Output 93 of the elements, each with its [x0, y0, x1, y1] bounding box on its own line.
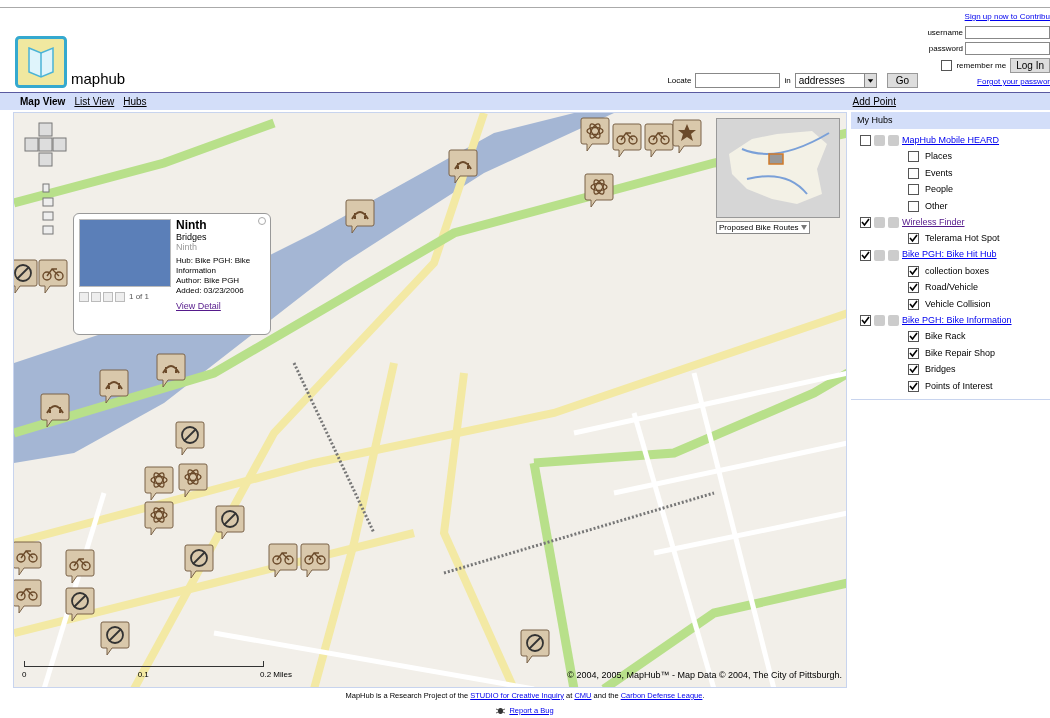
atom-marker-icon[interactable]	[144, 465, 174, 501]
layer-label: Bridges	[925, 363, 956, 376]
go-button[interactable]: Go	[886, 73, 918, 88]
bridge-marker-icon[interactable]	[40, 392, 70, 428]
prohibited-marker-icon[interactable]	[65, 586, 95, 622]
bicycle-marker-icon[interactable]	[65, 548, 95, 584]
checkbox[interactable]	[908, 151, 919, 163]
checkbox[interactable]	[908, 167, 919, 179]
layer-label: Telerama Hot Spot	[925, 232, 1000, 245]
layer-label: Other	[925, 199, 948, 213]
checkbox[interactable]	[860, 249, 871, 261]
checkbox[interactable]	[908, 282, 919, 294]
layer-label: Events	[925, 166, 953, 180]
checkbox[interactable]	[908, 200, 919, 212]
forgot-password-link[interactable]: Forgot your passwor	[977, 76, 1050, 88]
nav-tab[interactable]: Map View	[20, 94, 66, 109]
layer-label: Bike Rack	[925, 330, 966, 343]
checkbox[interactable]	[860, 315, 871, 326]
prohibited-marker-icon[interactable]	[184, 543, 214, 579]
panel-header: My Hubs	[851, 112, 1050, 129]
bug-icon	[496, 705, 506, 715]
checkbox[interactable]	[908, 265, 919, 277]
checkbox[interactable]	[908, 184, 919, 196]
prohibited-marker-icon[interactable]	[215, 504, 245, 540]
dropdown-arrow-icon	[800, 225, 807, 230]
checkbox[interactable]	[860, 135, 871, 146]
nav-tab[interactable]: List View	[74, 94, 115, 109]
layer-label: Places	[925, 150, 952, 163]
password-field[interactable]	[965, 42, 1050, 55]
hub-link[interactable]: Bike PGH: Bike Hit Hub	[902, 248, 997, 262]
bicycle-marker-icon[interactable]	[300, 542, 330, 578]
login-button[interactable]: Log In	[1010, 58, 1050, 73]
locate-field[interactable]	[695, 73, 781, 88]
remember-me-label: remember me	[956, 59, 1007, 72]
hub-link[interactable]: Bike PGH: Bike Information	[902, 313, 1012, 328]
hub-link[interactable]: Wireless Finder	[902, 215, 965, 230]
scale-label: 0.2 Miles	[260, 669, 292, 681]
checkbox[interactable]	[908, 233, 919, 245]
bridge-marker-icon[interactable]	[345, 198, 375, 234]
overlay-select[interactable]: Proposed Bike Routes	[716, 221, 810, 234]
view-detail-link[interactable]: View Detail	[176, 301, 265, 311]
atom-marker-icon[interactable]	[584, 172, 614, 208]
popup-category: Bridges	[176, 232, 208, 242]
layer-label: Points of Interest	[925, 379, 993, 393]
bridge-marker-icon[interactable]	[99, 368, 129, 404]
layer-label: Vehicle Collision	[925, 297, 991, 311]
bicycle-marker-icon[interactable]	[268, 542, 298, 578]
bicycle-marker-icon[interactable]	[644, 122, 674, 158]
layer-label: Bike Repair Shop	[925, 346, 996, 360]
hub-link[interactable]: MapHub Mobile HEARD	[902, 133, 1000, 148]
pager-text: 1 of 1	[129, 291, 149, 303]
username-field[interactable]	[965, 26, 1050, 39]
password-label: password	[928, 42, 963, 55]
signup-link[interactable]: Sign up now to Contribu	[964, 11, 1050, 23]
prohibited-marker-icon[interactable]	[100, 620, 130, 656]
prohibited-marker-icon[interactable]	[520, 628, 550, 664]
bicycle-marker-icon[interactable]	[612, 122, 642, 158]
checkbox[interactable]	[908, 298, 919, 310]
checkbox[interactable]	[908, 380, 919, 392]
bridge-marker-icon[interactable]	[156, 352, 186, 388]
checkbox[interactable]	[908, 331, 919, 343]
username-label: username	[927, 26, 963, 39]
atom-marker-icon[interactable]	[144, 500, 174, 536]
prohibited-marker-icon[interactable]	[175, 420, 205, 456]
in-label: in	[784, 74, 791, 87]
locate-label: Locate	[667, 74, 692, 87]
checkbox[interactable]	[908, 364, 919, 376]
scale-label: 0.1	[137, 669, 149, 681]
checkbox[interactable]	[908, 347, 919, 359]
bicycle-marker-icon[interactable]	[14, 578, 42, 614]
popup-detail: Hub: Bike PGH: Bike Information	[176, 256, 252, 276]
layer-label: People	[925, 183, 954, 196]
bridge-marker-icon[interactable]	[448, 148, 478, 184]
bicycle-marker-icon[interactable]	[38, 258, 68, 294]
copyright-text: © 2004, 2005, MapHub™ - Map Data © 2004, The City of Pittsburgh.	[567, 669, 842, 682]
layer-label: Road/Vehicle	[925, 281, 979, 294]
prohibited-marker-icon[interactable]	[14, 258, 38, 294]
atom-marker-icon[interactable]	[178, 462, 208, 498]
popup-detail: Added: 03/23/2006	[176, 286, 245, 296]
checkbox[interactable]	[860, 217, 871, 228]
atom-marker-icon[interactable]	[580, 116, 610, 152]
add-point-link[interactable]: Add Point	[852, 94, 896, 109]
star-marker-icon[interactable]	[672, 118, 702, 154]
nav-tab[interactable]: Hubs	[123, 94, 147, 109]
bicycle-marker-icon[interactable]	[14, 540, 42, 576]
scale-label: 0	[22, 669, 27, 681]
logo-text: maphub	[71, 71, 126, 88]
popup-detail: Author: Bike PGH	[176, 276, 241, 286]
locate-select[interactable]: addresses	[794, 73, 877, 88]
popup-title: Ninth	[176, 219, 207, 232]
layer-label: collection boxes	[925, 264, 990, 278]
popup-subtitle: Ninth	[176, 242, 198, 252]
checkbox[interactable]	[941, 60, 953, 71]
